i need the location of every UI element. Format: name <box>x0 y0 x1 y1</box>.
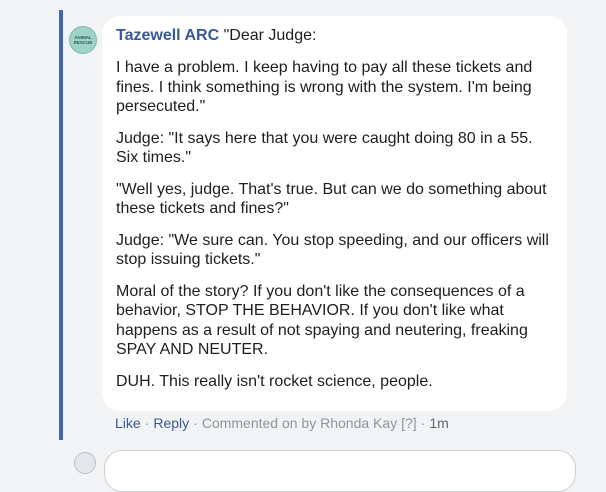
comment-paragraph: Moral of the story? If you don't like th… <box>116 282 528 359</box>
like-link[interactable]: Like <box>115 415 141 431</box>
comment-paragraph: Judge: "We sure can. You stop speeding, … <box>116 231 549 269</box>
separator-dot: · <box>193 415 198 431</box>
separator-dot: · <box>144 415 150 431</box>
thread-indicator-bar <box>59 10 63 440</box>
avatar[interactable]: ANIMAL RESCUE <box>69 26 97 54</box>
reply-link[interactable]: Reply <box>153 415 189 431</box>
author-name[interactable]: Tazewell ARC <box>116 27 219 44</box>
next-comment-avatar <box>74 452 96 474</box>
comment-bubble: Tazewell ARC "Dear Judge: I have a probl… <box>102 16 567 411</box>
comment-actions: Like · Reply · Commented on by Rhonda Kay [?… <box>115 413 449 433</box>
help-link[interactable]: [?] <box>401 415 417 431</box>
separator-dot: · <box>420 415 426 431</box>
comment-paragraph: "Well yes, judge. That's true. But can w… <box>116 180 547 218</box>
comment-first-line: "Dear Judge: <box>219 27 317 44</box>
avatar-logo-text: ANIMAL RESCUE <box>73 35 93 45</box>
comment-paragraph: DUH. This really isn't rocket science, p… <box>116 372 433 390</box>
comment-paragraph: Judge: "It says here that you were caugh… <box>116 129 533 167</box>
commented-on-text: Commented on by Rhonda Kay <box>201 415 398 431</box>
comment-header: Tazewell ARC "Dear Judge: <box>116 26 553 46</box>
comment-paragraph: I have a problem. I keep having to pay a… <box>116 59 533 115</box>
next-comment-box[interactable] <box>104 450 576 492</box>
timestamp[interactable]: 1m <box>429 415 448 431</box>
